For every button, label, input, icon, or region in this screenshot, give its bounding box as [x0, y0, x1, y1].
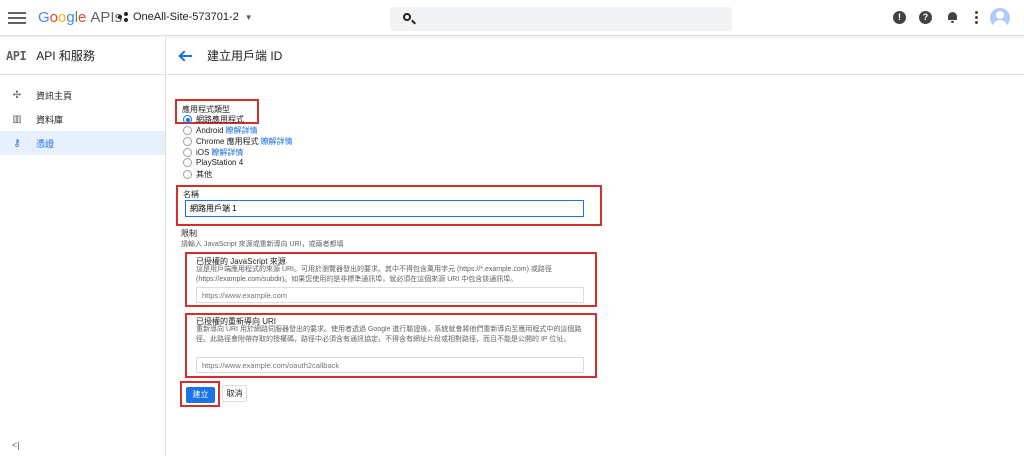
- collapse-sidebar-icon[interactable]: <|: [12, 440, 20, 450]
- project-name: OneAll-Site-573701-2: [133, 11, 239, 23]
- sidebar: API API 和服務 ✣ 資訊主頁 ▥ 資料庫 ⚷ 憑證 <|: [0, 37, 166, 456]
- page-title: 建立用戶端 ID: [207, 49, 283, 63]
- cancel-button[interactable]: 取消: [222, 385, 247, 402]
- radio-icon: [183, 148, 192, 157]
- redirect-uris-help: 重新導向 URI 用於網路伺服器發出的要求。使用者透過 Google 進行驗證後…: [196, 326, 582, 343]
- sidebar-item-label: 憑證: [36, 138, 55, 149]
- page-header: 建立用戶端 ID: [167, 37, 1024, 75]
- name-input[interactable]: [185, 200, 584, 217]
- radio-web-app[interactable]: 網路應用程式: [183, 114, 244, 125]
- radio-ios[interactable]: iOS 瞭解詳情: [183, 147, 243, 158]
- restrictions-label: 限制: [181, 229, 197, 238]
- radio-label: iOS: [196, 148, 210, 157]
- radio-other[interactable]: 其他: [183, 169, 212, 180]
- sidebar-item-label: 資料庫: [36, 114, 64, 125]
- sidebar-item-dashboard[interactable]: ✣ 資訊主頁: [0, 83, 165, 107]
- js-origin-input[interactable]: [196, 287, 584, 303]
- restrictions-help: 請輸入 JavaScript 來源或重新導向 URI，或兩者都填: [181, 241, 344, 248]
- project-selector[interactable]: OneAll-Site-573701-2 ▼: [118, 11, 253, 23]
- main-content: 建立用戶端 ID 應用程式類型 網路應用程式 Android 瞭解詳情 Chro…: [167, 37, 1024, 456]
- sidebar-nav: ✣ 資訊主頁 ▥ 資料庫 ⚷ 憑證: [0, 83, 165, 155]
- notifications-icon[interactable]: [947, 11, 958, 23]
- radio-android[interactable]: Android 瞭解詳情: [183, 125, 258, 136]
- radio-label: PlayStation 4: [196, 158, 244, 167]
- search-bar[interactable]: [390, 7, 732, 31]
- top-app-bar: Google APIs OneAll-Site-573701-2 ▼ ! ?: [0, 0, 1024, 36]
- sidebar-item-credentials[interactable]: ⚷ 憑證: [0, 131, 165, 155]
- search-icon: [403, 13, 411, 21]
- radio-label: Android: [196, 126, 224, 135]
- help-icon[interactable]: ?: [919, 11, 932, 24]
- sidebar-item-library[interactable]: ▥ 資料庫: [0, 107, 165, 131]
- radio-playstation4[interactable]: PlayStation 4: [183, 158, 243, 167]
- project-icon: [118, 11, 129, 23]
- radio-icon: [183, 137, 192, 146]
- menu-icon[interactable]: [8, 9, 26, 27]
- js-origins-help: 這是用戶端應用程式的來源 URI。可用於瀏覽器發出的要求。其中不得包含萬用字元 …: [196, 266, 552, 283]
- redirect-uri-input[interactable]: [196, 357, 584, 373]
- api-logo-icon: API: [6, 48, 27, 63]
- radio-checked-icon: [183, 115, 192, 124]
- learn-more-link[interactable]: 瞭解詳情: [226, 125, 258, 136]
- more-options-icon[interactable]: [975, 11, 979, 25]
- alert-icon[interactable]: !: [893, 11, 906, 24]
- radio-icon: [183, 170, 192, 179]
- sidebar-item-label: 資訊主頁: [36, 90, 73, 101]
- learn-more-link[interactable]: 瞭解詳情: [211, 147, 243, 158]
- key-icon: ⚷: [13, 137, 21, 149]
- name-label: 名稱: [183, 190, 199, 199]
- radio-label: Chrome 應用程式: [196, 137, 259, 146]
- radio-icon: [183, 158, 192, 167]
- create-button[interactable]: 建立: [186, 387, 215, 403]
- radio-label: 其他: [196, 170, 212, 179]
- back-arrow-icon[interactable]: [179, 49, 193, 63]
- sidebar-header: API API 和服務: [0, 37, 165, 75]
- google-apis-logo[interactable]: Google APIs: [38, 9, 122, 26]
- caret-down-icon: ▼: [244, 12, 253, 22]
- avatar[interactable]: [990, 8, 1010, 28]
- radio-icon: [183, 126, 192, 135]
- radio-chrome-app[interactable]: Chrome 應用程式 瞭解詳情: [183, 136, 293, 147]
- logo-google-text: Google: [38, 9, 87, 26]
- library-icon: ▥: [12, 113, 22, 125]
- radio-label: 網路應用程式: [196, 115, 244, 124]
- dashboard-icon: ✣: [12, 89, 22, 101]
- sidebar-title: API 和服務: [36, 49, 95, 63]
- learn-more-link[interactable]: 瞭解詳情: [261, 136, 293, 147]
